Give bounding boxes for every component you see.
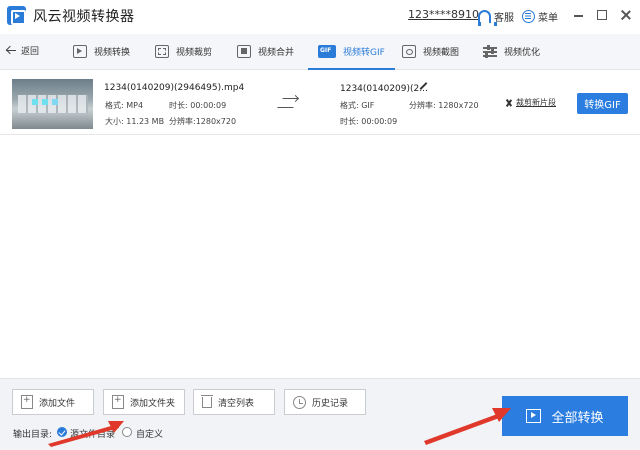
menu-label: 菜单 [538,12,558,24]
customer-service-label: 客服 [494,12,514,24]
close-icon[interactable] [620,9,632,21]
output-file-name: 1234(0140209)(2... [340,84,428,94]
arrow-left-icon [6,46,16,56]
add-folder-icon [112,395,124,409]
app-logo-icon [7,6,26,25]
clear-list-button[interactable]: 清空列表 [193,389,275,415]
output-format: 格式: GIF [340,101,375,110]
clear-list-label: 清空列表 [218,398,255,409]
tab-label: 视频转GIF [343,48,385,58]
convert-all-label: 全部转换 [551,410,604,426]
video-thumbnail [12,79,93,129]
menu-icon [522,9,535,23]
trash-icon [201,394,213,408]
clip-new-segment-link[interactable]: 裁剪新片段 [505,97,556,108]
add-file-icon [21,395,33,409]
video-merge-icon [237,45,251,58]
headset-icon [478,9,497,26]
user-account-link[interactable]: 123****8910 [408,8,479,21]
source-duration: 时长: 00:00:09 [169,101,227,110]
tab-video-optimize[interactable]: 视频优化 [483,34,540,69]
menu-button[interactable]: 菜单 [522,7,558,25]
source-dir-label: 源文件目录 [70,430,116,440]
title-bar: 风云视频转换器 123****8910 客服 菜单 [0,0,640,34]
video-crop-icon [155,45,169,58]
convert-gif-button[interactable]: 转换GIF [577,93,628,114]
edit-name-icon[interactable] [418,82,427,91]
tab-video-to-gif[interactable]: 视频转GIF [308,34,395,70]
minimize-icon[interactable] [573,9,585,21]
tab-video-crop[interactable]: 视频裁剪 [155,34,212,69]
history-label: 历史记录 [312,398,349,409]
bottom-toolbar: 添加文件 添加文件夹 清空列表 历史记录 输出目录: 源文件目录 自定义 全部转… [0,378,640,450]
custom-dir-radio[interactable] [122,427,132,437]
tab-video-screenshot[interactable]: 视频截图 [402,34,459,69]
gif-icon [318,45,336,58]
add-file-label: 添加文件 [39,398,76,409]
video-convert-icon [73,45,87,58]
tab-label: 视频合并 [258,48,295,58]
tab-label: 视频截图 [423,48,460,58]
tab-label: 视频优化 [504,48,541,58]
tab-video-merge[interactable]: 视频合并 [237,34,294,69]
play-icon [526,409,542,423]
output-resolution: 分辨率: 1280x720 [409,101,479,110]
source-format: 格式: MP4 [105,101,144,110]
source-dir-radio[interactable] [57,427,67,437]
add-file-button[interactable]: 添加文件 [12,389,94,415]
tab-label: 视频裁剪 [176,48,213,58]
optimize-icon [483,45,497,58]
custom-dir-label: 自定义 [136,430,164,440]
source-resolution: 分辨率:1280x720 [169,117,237,126]
tab-video-convert[interactable]: 视频转换 [73,34,130,69]
back-button[interactable]: 返回 [6,44,39,57]
app-title: 风云视频转换器 [33,9,135,25]
tool-nav-bar: 返回 视频转换 视频裁剪 视频合并 视频转GIF 视频截图 视频优化 [0,34,640,70]
add-folder-button[interactable]: 添加文件夹 [103,389,185,415]
maximize-icon[interactable] [597,10,607,20]
scissors-icon [505,99,513,107]
output-duration: 时长: 00:00:09 [340,117,398,126]
screenshot-icon [402,45,416,58]
convert-all-button[interactable]: 全部转换 [502,396,628,436]
clip-label: 裁剪新片段 [516,98,556,107]
back-label: 返回 [21,47,40,57]
source-file-name: 1234(0140209)(2946495).mp4 [104,83,245,93]
add-folder-label: 添加文件夹 [130,398,176,409]
history-button[interactable]: 历史记录 [284,389,366,415]
customer-service-button[interactable]: 客服 [478,7,514,26]
tab-label: 视频转换 [94,48,131,58]
output-dir-label: 输出目录: [13,430,53,440]
clock-icon [293,395,306,409]
source-size: 大小: 11.23 MB [105,117,165,126]
shuffle-icon [280,97,296,107]
